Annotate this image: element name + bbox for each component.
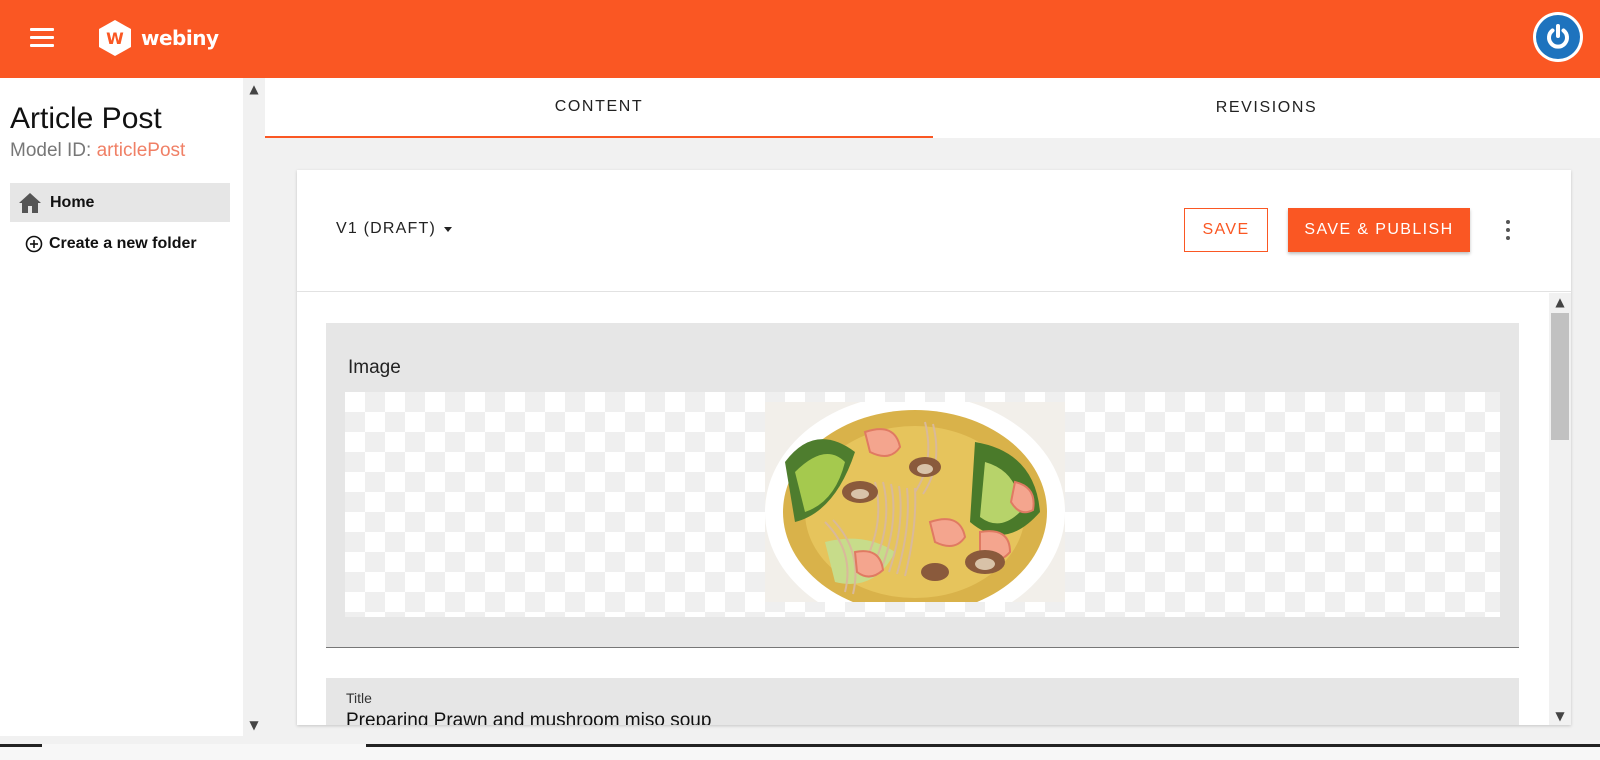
model-id: Model ID: articlePost	[10, 140, 185, 162]
title-field-label: Title	[346, 690, 372, 706]
scroll-down-icon[interactable]: ▼	[247, 718, 261, 732]
soup-photo	[765, 402, 1065, 602]
model-title: Article Post	[10, 102, 162, 135]
title-field-value[interactable]: Preparing Prawn and mushroom miso soup	[346, 710, 711, 725]
tab-content[interactable]: CONTENT	[265, 78, 933, 138]
user-menu-button[interactable]	[1533, 12, 1583, 62]
model-id-value: articlePost	[96, 140, 186, 161]
editor-toolbar: V1 (DRAFT) SAVE SAVE & PUBLISH	[297, 170, 1571, 292]
create-folder-button[interactable]: Create a new folder	[25, 233, 197, 255]
webiny-logo-mark: W	[99, 20, 131, 56]
power-icon	[1536, 15, 1580, 59]
hamburger-icon[interactable]	[30, 28, 56, 48]
sidebar-item-label: Home	[50, 193, 95, 211]
tab-revisions[interactable]: REVISIONS	[933, 78, 1600, 138]
folder-sidebar: Article Post Model ID: articlePost Home …	[0, 78, 243, 736]
editor-form: Image Title Preparing Prawn and mushroom…	[297, 293, 1571, 725]
svg-text:W: W	[106, 29, 124, 48]
caret-down-icon	[444, 226, 452, 232]
revision-label: V1 (DRAFT)	[336, 220, 436, 237]
bottom-bar-segment	[366, 744, 1600, 747]
save-button[interactable]: SAVE	[1184, 208, 1268, 252]
add-circle-icon	[25, 235, 43, 253]
content-editor-card: V1 (DRAFT) SAVE SAVE & PUBLISH Image Tit…	[297, 170, 1571, 725]
model-id-label: Model ID:	[10, 140, 92, 161]
scroll-down-icon[interactable]: ▼	[1553, 709, 1567, 723]
scrollbar-thumb[interactable]	[1551, 313, 1569, 440]
editor-tabs: CONTENT REVISIONS	[265, 78, 1600, 138]
scroll-up-icon[interactable]: ▲	[247, 82, 261, 96]
image-field-label: Image	[348, 357, 401, 378]
home-icon	[19, 192, 41, 213]
webiny-logo[interactable]: W webiny	[97, 18, 219, 58]
sidebar-item-home[interactable]: Home	[10, 183, 230, 222]
bottom-scrollbar	[0, 744, 1600, 760]
editor-scrollbar[interactable]: ▲ ▼	[1549, 293, 1571, 725]
bottom-bar-segment	[0, 744, 42, 747]
scroll-up-icon[interactable]: ▲	[1553, 295, 1567, 309]
revision-selector[interactable]: V1 (DRAFT)	[336, 220, 452, 238]
sidebar-scrollbar[interactable]: ▲ ▼	[243, 78, 265, 736]
more-vertical-icon[interactable]	[1501, 218, 1515, 242]
save-and-publish-button[interactable]: SAVE & PUBLISH	[1288, 208, 1470, 252]
title-field[interactable]: Title Preparing Prawn and mushroom miso …	[326, 678, 1519, 725]
image-field: Image	[326, 323, 1519, 648]
top-app-bar: W webiny	[0, 0, 1600, 78]
create-folder-label: Create a new folder	[49, 235, 197, 252]
image-preview[interactable]	[345, 392, 1500, 617]
logo-text: webiny	[141, 26, 219, 50]
